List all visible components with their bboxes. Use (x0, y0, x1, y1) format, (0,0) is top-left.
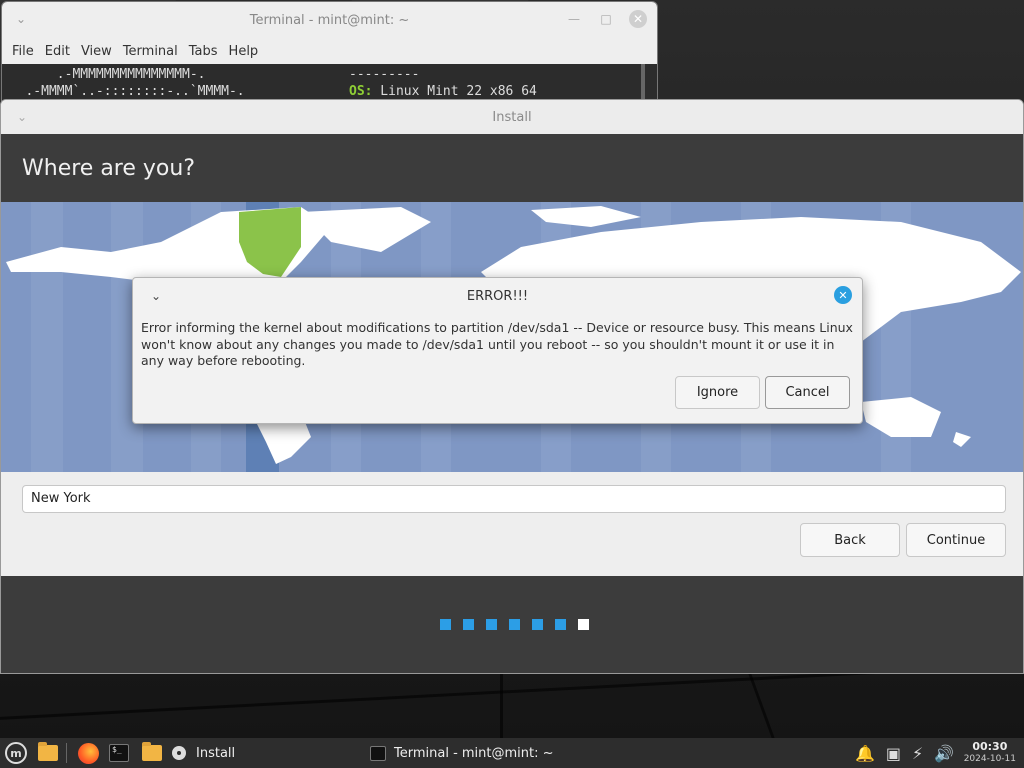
window-menu-icon[interactable]: ⌄ (17, 110, 27, 124)
menu-edit[interactable]: Edit (41, 44, 77, 59)
firefox-icon[interactable] (78, 742, 99, 764)
terminal-os-line: OS: Linux Mint 22 x86 64 (349, 83, 537, 100)
continue-button[interactable]: Continue (906, 523, 1006, 557)
taskbar-separator (66, 743, 67, 763)
clock-date: 2024-10-11 (963, 754, 1016, 764)
close-icon[interactable]: ✕ (834, 286, 852, 304)
terminal-line: .-MMMM`..-::::::::-..`MMMM-. (2, 84, 245, 99)
terminal-scrollbar[interactable] (641, 64, 645, 104)
window-menu-icon[interactable]: ⌄ (16, 12, 26, 26)
terminal-separator: --------- (349, 67, 420, 82)
menu-tabs[interactable]: Tabs (185, 44, 225, 59)
terminal-menubar: File Edit View Terminal Tabs Help (2, 38, 657, 64)
page-title: Where are you? (22, 155, 195, 181)
progress-step (463, 619, 474, 630)
terminal-titlebar[interactable]: ⌄ Terminal - mint@mint: ~ — □ ✕ (2, 2, 657, 38)
folder-icon[interactable] (142, 742, 162, 761)
terminal-icon (370, 745, 386, 761)
install-title: Install (492, 109, 532, 125)
device-icon[interactable]: ▣ (886, 744, 901, 763)
progress-indicator (440, 619, 589, 630)
progress-step (532, 619, 543, 630)
maximize-icon[interactable]: □ (597, 10, 615, 28)
os-value: Linux Mint 22 x86 64 (372, 84, 537, 99)
page-header: Where are you? (1, 134, 1023, 202)
progress-step (555, 619, 566, 630)
terminal-title: Terminal - mint@mint: ~ (249, 12, 410, 28)
menu-terminal[interactable]: Terminal (119, 44, 185, 59)
location-input[interactable]: New York (22, 485, 1006, 513)
cancel-button[interactable]: Cancel (765, 376, 850, 409)
ignore-button[interactable]: Ignore (675, 376, 760, 409)
error-message: Error informing the kernel about modific… (141, 320, 853, 368)
progress-step (440, 619, 451, 630)
menu-file[interactable]: File (8, 44, 41, 59)
files-icon[interactable] (38, 742, 58, 761)
install-footer (1, 576, 1023, 673)
os-label: OS: (349, 84, 373, 99)
menu-help[interactable]: Help (225, 44, 266, 59)
terminal-window[interactable]: ⌄ Terminal - mint@mint: ~ — □ ✕ File Edi… (1, 1, 658, 111)
clock-time: 00:30 (972, 740, 1008, 753)
taskbar: m $_ Install Terminal - mint@mint: ~ 🔔 ▣… (0, 738, 1024, 768)
back-button[interactable]: Back (800, 523, 900, 557)
install-titlebar[interactable]: ⌄ Install (1, 100, 1023, 134)
clock[interactable]: 00:30 2024-10-11 (964, 740, 1016, 765)
terminal-icon[interactable]: $_ (109, 744, 129, 762)
error-dialog-title: ERROR!!! (466, 288, 529, 304)
close-icon[interactable]: ✕ (629, 10, 647, 28)
taskbar-terminal-label: Terminal - mint@mint: ~ (394, 745, 554, 761)
window-menu-icon[interactable]: ⌄ (151, 289, 161, 303)
installer-disc-icon (172, 746, 186, 760)
progress-step (509, 619, 520, 630)
volume-icon[interactable]: 🔊 (934, 744, 954, 763)
menu-view[interactable]: View (77, 44, 119, 59)
taskbar-install-item[interactable]: Install (172, 742, 235, 764)
taskbar-terminal-item[interactable]: Terminal - mint@mint: ~ (370, 742, 554, 764)
menu-icon[interactable]: m (5, 742, 27, 764)
terminal-line: .-MMMMMMMMMMMMMMM-. (2, 67, 206, 82)
notifications-icon[interactable]: 🔔 (855, 744, 875, 763)
progress-step-current (578, 619, 589, 630)
power-icon[interactable]: ⚡ (912, 744, 923, 763)
error-dialog-titlebar[interactable]: ⌄ ERROR!!! ✕ (133, 278, 862, 314)
error-dialog[interactable]: ⌄ ERROR!!! ✕ Error informing the kernel … (132, 277, 863, 424)
minimize-icon[interactable]: — (565, 10, 583, 28)
taskbar-install-label: Install (196, 745, 236, 761)
progress-step (486, 619, 497, 630)
